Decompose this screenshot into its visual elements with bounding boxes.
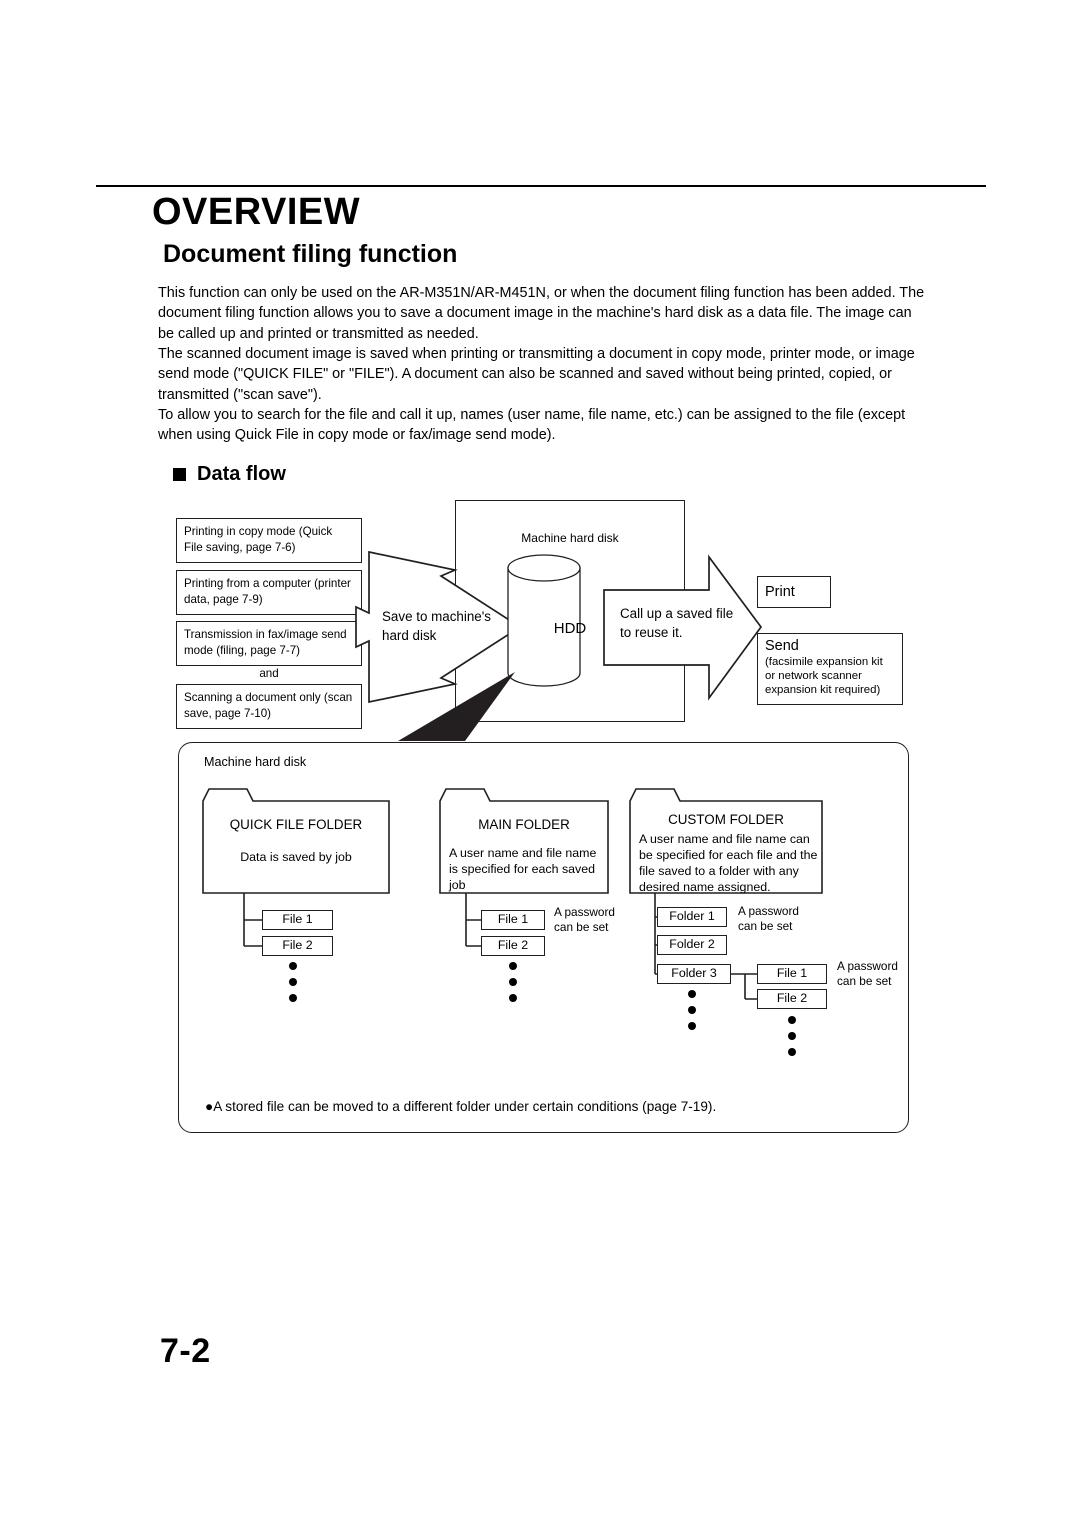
folder-shape-icon [202, 788, 390, 894]
folder-description: A user name and file name is specified f… [449, 846, 597, 892]
send-subtitle: (facsimile expansion kit or network scan… [765, 656, 883, 697]
main-folder: MAIN FOLDER A user name and file name is… [438, 787, 610, 895]
password-note: A password can be set [554, 905, 615, 934]
source-box: Transmission in fax/image send mode (fil… [176, 621, 362, 666]
quick-file-folder: QUICK FILE FOLDER Data is saved by job [201, 787, 391, 895]
destination-send-box: Send (facsimile expansion kit or network… [757, 633, 903, 705]
ellipsis-dots [509, 962, 517, 1002]
storage-footnote: ●A stored file can be moved to a differe… [205, 1099, 717, 1114]
folder-item: Folder 3 [657, 964, 731, 984]
folder-description: Data is saved by job [240, 850, 352, 864]
password-note: A password can be set [837, 959, 898, 988]
destination-print-box: Print [757, 576, 831, 608]
file-item: File 2 [262, 936, 333, 956]
folder-item: Folder 2 [657, 935, 727, 955]
file-item: File 2 [481, 936, 545, 956]
document-page: OVERVIEW Document filing function This f… [0, 0, 1080, 1528]
source-box: Printing from a computer (printer data, … [176, 570, 362, 615]
storage-panel-label: Machine hard disk [204, 755, 307, 769]
save-arrow-label: Save to machine's hard disk [382, 609, 491, 643]
file-item: File 2 [757, 989, 827, 1009]
folder-title: CUSTOM FOLDER [668, 812, 784, 827]
file-item: File 1 [757, 964, 827, 984]
page-number: 7-2 [160, 1332, 211, 1370]
custom-folder: CUSTOM FOLDER A user name and file name … [628, 787, 824, 895]
folder-description: A user name and file name can be specifi… [639, 832, 818, 894]
ellipsis-dots [289, 962, 297, 1002]
file-item: File 1 [262, 910, 333, 930]
file-item: File 1 [481, 910, 545, 930]
send-title: Send [765, 638, 799, 654]
hdd-label: HDD [553, 620, 587, 637]
recall-arrow-label: Call up a saved file to reuse it. [620, 606, 734, 640]
ellipsis-dots [688, 990, 696, 1030]
ellipsis-dots [788, 1016, 796, 1056]
folder-title: MAIN FOLDER [478, 817, 570, 832]
folder-title: QUICK FILE FOLDER [229, 817, 363, 832]
source-box: Printing in copy mode (Quick File saving… [176, 518, 362, 563]
source-box: Scanning a document only (scan save, pag… [176, 684, 362, 729]
password-note: A password can be set [738, 904, 799, 933]
and-connector-label: and [259, 667, 279, 680]
machine-hard-disk-label: Machine hard disk [521, 531, 619, 545]
folder-item: Folder 1 [657, 907, 727, 927]
